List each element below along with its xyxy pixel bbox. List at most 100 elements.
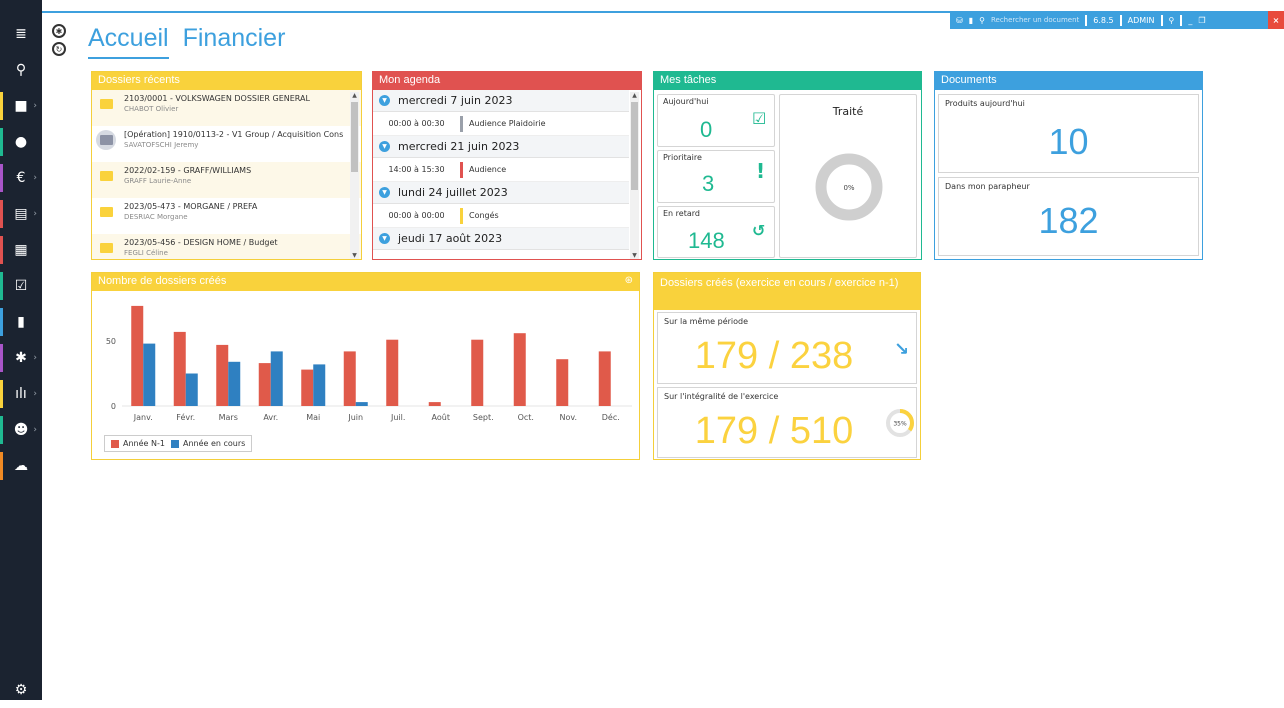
chevron-right-icon: › [33, 173, 37, 183]
bar-n1-5[interactable] [343, 351, 356, 406]
cmp-label: Sur l'intégralité de l'exercice [664, 392, 779, 401]
year-progress-ring: 35% [886, 409, 914, 437]
sidebar-accent [0, 200, 3, 228]
tasks-today[interactable]: Aujourd'hui 0 ☑ [657, 94, 775, 147]
bar-n1-1[interactable] [173, 331, 186, 406]
scrollbar[interactable]: ▲ ▼ [630, 92, 639, 259]
restore-icon[interactable]: ❐ [1198, 16, 1205, 25]
folder-icon: ■ [14, 98, 28, 114]
sidebar-item-user[interactable]: ● [0, 124, 42, 160]
tasks-late[interactable]: En retard 148 ↺ [657, 206, 775, 258]
basket-icon[interactable]: ⛁ [956, 16, 963, 25]
agenda-day[interactable]: ▼ mercredi 7 juin 2023 [373, 90, 629, 112]
agenda-event[interactable]: 14:00 à 15:30 Audience [373, 158, 629, 182]
agenda-day[interactable]: ▼ lundi 24 juillet 2023 [373, 182, 629, 204]
comparison-period[interactable]: Sur la même période 179 / 238 ↘ [657, 312, 917, 384]
refresh-icon[interactable]: ↻ [52, 42, 66, 56]
chevron-down-icon[interactable]: ▼ [379, 95, 390, 106]
chart-options-icon[interactable]: ⊛ [625, 275, 633, 286]
sidebar-item-bookmark[interactable]: ▮ [0, 304, 42, 340]
list-item[interactable]: 2023/05-473 - MORGANE / PREFA DESRIAC Mor… [92, 198, 361, 234]
files-comparison-panel: Dossiers créés (exercice en cours / exer… [653, 272, 921, 460]
sidebar-item-task[interactable]: ☑ [0, 268, 42, 304]
bar-n1-10[interactable] [556, 359, 569, 406]
sidebar-item-search[interactable]: ⚲ [0, 52, 42, 88]
sidebar-item-calendar[interactable]: ▦ [0, 232, 42, 268]
x-tick-label: Nov. [559, 413, 577, 422]
bar-current-3[interactable] [270, 351, 283, 406]
bar-current-1[interactable] [185, 373, 198, 407]
sidebar-item-cloud[interactable]: ☁ [0, 448, 42, 484]
doc-value: 182 [1038, 200, 1099, 241]
sidebar-item-contacts[interactable]: ☻ › [0, 412, 42, 448]
user-menu[interactable]: ADMIN [1128, 16, 1155, 25]
done-percent: 0% [843, 184, 854, 192]
settings-icon[interactable]: ⚙ [0, 672, 42, 708]
bar-n1-2[interactable] [216, 344, 229, 406]
minimize-icon[interactable]: _ [1188, 16, 1192, 25]
comparison-year[interactable]: Sur l'intégralité de l'exercice 179 / 51… [657, 387, 917, 458]
bar-n1-9[interactable] [513, 333, 526, 406]
tasks-done[interactable]: Traité 0% [779, 94, 917, 258]
list-item[interactable]: 2022/02-159 - GRAFF/WILLIAMS GRAFF Laurie… [92, 162, 361, 198]
bar-n1-8[interactable] [471, 339, 484, 406]
bar-current-0[interactable] [143, 343, 156, 406]
list-item[interactable]: [Opération] 1910/0113-2 - V1 Group / Acq… [92, 126, 361, 162]
chevron-down-icon[interactable]: ▼ [379, 233, 390, 244]
scroll-down-icon[interactable]: ▼ [630, 252, 639, 259]
zoom-icon[interactable]: ⚲ [1169, 16, 1175, 25]
sidebar-item-stats[interactable]: ılı › [0, 376, 42, 412]
bar-n1-7[interactable] [428, 402, 441, 406]
scroll-up-icon[interactable]: ▲ [630, 92, 639, 99]
agenda-event[interactable]: 00:00 à 00:00 Congés [373, 204, 629, 228]
agenda-day[interactable]: ▼ mercredi 21 juin 2023 [373, 136, 629, 158]
tab-financier[interactable]: Financier [183, 24, 286, 59]
event-label: Audience Plaidoirie [469, 119, 546, 128]
folder-icon [100, 171, 113, 181]
chevron-down-icon[interactable]: ▼ [379, 187, 390, 198]
tab-accueil[interactable]: Accueil [88, 24, 169, 59]
agenda-date: jeudi 17 août 2023 [398, 232, 503, 245]
documents-today[interactable]: Produits aujourd'hui 10 [938, 94, 1199, 173]
user-icon: ● [14, 134, 28, 150]
scroll-thumb[interactable] [631, 102, 638, 190]
bar-current-5[interactable] [355, 402, 368, 406]
event-time: 00:00 à 00:30 [388, 119, 445, 128]
event-label: Audience [469, 165, 507, 174]
bar-n1-0[interactable] [131, 305, 144, 406]
task-label: En retard [663, 209, 700, 218]
agenda-event[interactable]: 00:00 à 00:30 Audience Plaidoirie [373, 112, 629, 136]
list-item[interactable]: 2103/0001 - VOLKSWAGEN DOSSIER GENERAL CH… [92, 90, 361, 126]
scroll-thumb[interactable] [351, 102, 358, 172]
bar-n1-4[interactable] [301, 369, 314, 406]
close-button[interactable]: × [1268, 11, 1284, 29]
version-label: 6.8.5 [1093, 15, 1114, 25]
file-title: [Opération] 1910/0113-2 - V1 Group / Acq… [124, 130, 344, 139]
scroll-down-icon[interactable]: ▼ [350, 252, 359, 259]
sidebar-item-collapse[interactable]: ≣ [0, 16, 42, 52]
scroll-up-icon[interactable]: ▲ [350, 92, 359, 99]
agenda-day[interactable]: ▼ jeudi 17 août 2023 [373, 228, 629, 250]
document-search-input[interactable]: Rechercher un document [991, 16, 1079, 24]
sidebar-item-plugin[interactable]: ✱ › [0, 340, 42, 376]
bar-n1-3[interactable] [258, 363, 271, 406]
search-icon[interactable]: ⚲ [979, 16, 985, 25]
legend-item-current[interactable]: Année en cours [170, 439, 245, 448]
legend-item-n1[interactable]: Année N-1 [111, 439, 165, 448]
recent-files-list: 2103/0001 - VOLKSWAGEN DOSSIER GENERAL CH… [92, 90, 361, 259]
documents-parapheur[interactable]: Dans mon parapheur 182 [938, 177, 1199, 256]
x-tick-label: Juil. [390, 413, 405, 422]
gear-icon[interactable]: ✱ [52, 24, 66, 38]
list-item[interactable]: 2023/05-456 - DESIGN HOME / Budget FEGLI … [92, 234, 361, 259]
bar-n1-11[interactable] [598, 351, 611, 406]
bar-current-2[interactable] [228, 361, 241, 406]
sidebar-item-document[interactable]: ▤ › [0, 196, 42, 232]
sidebar-item-euro[interactable]: € › [0, 160, 42, 196]
chevron-down-icon[interactable]: ▼ [379, 141, 390, 152]
bar-n1-6[interactable] [386, 339, 399, 406]
clipboard-icon[interactable]: ▮ [969, 16, 973, 25]
scrollbar[interactable]: ▲ ▼ [350, 92, 359, 259]
bar-current-4[interactable] [313, 364, 326, 406]
sidebar-item-folder[interactable]: ■ › [0, 88, 42, 124]
tasks-priority[interactable]: Prioritaire 3 ! [657, 150, 775, 203]
